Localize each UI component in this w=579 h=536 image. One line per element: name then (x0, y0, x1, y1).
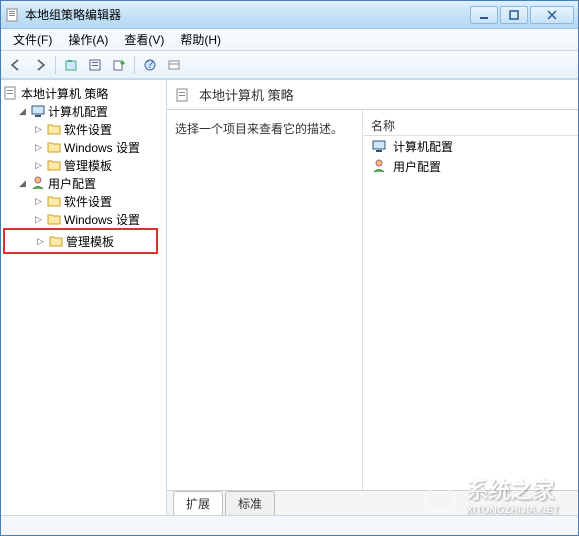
menu-file[interactable]: 文件(F) (5, 29, 60, 50)
window-title: 本地组策略编辑器 (25, 6, 470, 23)
menubar: 文件(F) 操作(A) 查看(V) 帮助(H) (1, 29, 578, 51)
tree-computer-config[interactable]: ◢ 计算机配置 (3, 102, 164, 120)
tree-label: Windows 设置 (64, 211, 140, 228)
back-button[interactable] (5, 54, 27, 76)
highlighted-box: ▷ 管理模板 (3, 228, 158, 254)
folder-icon (46, 157, 62, 173)
tree-label: 管理模板 (66, 233, 114, 250)
folder-icon (48, 233, 64, 249)
tab-extended[interactable]: 扩展 (173, 491, 223, 515)
expand-icon[interactable]: ▷ (33, 214, 44, 225)
folder-icon (46, 139, 62, 155)
computer-icon (371, 138, 387, 154)
filter-button[interactable] (163, 54, 185, 76)
details-header: 本地计算机 策略 (167, 80, 578, 110)
minimize-button[interactable] (470, 6, 498, 24)
computer-icon (30, 103, 46, 119)
name-column-header[interactable]: 名称 (363, 116, 578, 136)
list-item-label: 计算机配置 (393, 138, 453, 155)
user-icon (371, 158, 387, 174)
forward-button[interactable] (29, 54, 51, 76)
policy-icon (175, 87, 191, 103)
tree-cc-software[interactable]: ▷ 软件设置 (3, 120, 164, 138)
app-icon (5, 7, 21, 23)
user-icon (30, 175, 46, 191)
details-body: 选择一个项目来查看它的描述。 名称 计算机配置 用户配置 (167, 110, 578, 491)
properties-button[interactable] (84, 54, 106, 76)
tabs-row: 扩展 标准 (167, 491, 578, 515)
close-button[interactable] (530, 6, 574, 24)
tree-label: 管理模板 (64, 157, 112, 174)
menu-action[interactable]: 操作(A) (60, 29, 116, 50)
help-button[interactable]: ? (139, 54, 161, 76)
expand-icon[interactable]: ▷ (33, 124, 44, 135)
statusbar (1, 515, 578, 535)
toolbar-separator (55, 56, 56, 74)
tree-uc-admin[interactable]: ▷ 管理模板 (5, 232, 156, 250)
menu-help[interactable]: 帮助(H) (172, 29, 229, 50)
tree-uc-software[interactable]: ▷ 软件设置 (3, 192, 164, 210)
list-item-label: 用户配置 (393, 158, 441, 175)
expand-icon[interactable]: ▷ (33, 142, 44, 153)
tree-label: Windows 设置 (64, 139, 140, 156)
content-area: 本地计算机 策略 ◢ 计算机配置 ▷ 软件设置 ▷ Windows 设置 ▷ 管… (1, 79, 578, 515)
expand-icon[interactable]: ▷ (33, 160, 44, 171)
folder-icon (46, 211, 62, 227)
svg-text:?: ? (147, 58, 154, 71)
tree-root-label: 本地计算机 策略 (21, 85, 108, 102)
tab-standard[interactable]: 标准 (225, 491, 275, 515)
list-item[interactable]: 计算机配置 (363, 136, 578, 156)
tree-label: 软件设置 (64, 121, 112, 138)
tree-user-config[interactable]: ◢ 用户配置 (3, 174, 164, 192)
gpedit-window: 本地组策略编辑器 文件(F) 操作(A) 查看(V) 帮助(H) ? 本地计算机… (0, 0, 579, 536)
toolbar: ? (1, 51, 578, 79)
description-text: 选择一个项目来查看它的描述。 (175, 120, 354, 137)
details-panel: 本地计算机 策略 选择一个项目来查看它的描述。 名称 计算机配置 用户配置 (167, 80, 578, 515)
up-button[interactable] (60, 54, 82, 76)
collapse-icon[interactable]: ◢ (17, 106, 28, 117)
maximize-button[interactable] (500, 6, 528, 24)
folder-icon (46, 121, 62, 137)
tree-label: 计算机配置 (48, 103, 108, 120)
expand-icon[interactable]: ▷ (33, 196, 44, 207)
tree-cc-windows[interactable]: ▷ Windows 设置 (3, 138, 164, 156)
folder-icon (46, 193, 62, 209)
window-controls (470, 6, 574, 24)
details-title: 本地计算机 策略 (199, 85, 294, 104)
collapse-icon[interactable]: ◢ (17, 178, 28, 189)
tree-cc-admin[interactable]: ▷ 管理模板 (3, 156, 164, 174)
export-button[interactable] (108, 54, 130, 76)
toolbar-separator (134, 56, 135, 74)
tree-uc-windows[interactable]: ▷ Windows 设置 (3, 210, 164, 228)
menu-view[interactable]: 查看(V) (116, 29, 172, 50)
tree-panel[interactable]: 本地计算机 策略 ◢ 计算机配置 ▷ 软件设置 ▷ Windows 设置 ▷ 管… (1, 80, 167, 515)
tree-label: 软件设置 (64, 193, 112, 210)
expand-icon[interactable]: ▷ (35, 236, 46, 247)
tree-label: 用户配置 (48, 175, 96, 192)
policy-icon (3, 85, 19, 101)
description-column: 选择一个项目来查看它的描述。 (167, 110, 363, 490)
tree-root[interactable]: 本地计算机 策略 (3, 84, 164, 102)
list-item[interactable]: 用户配置 (363, 156, 578, 176)
name-column: 名称 计算机配置 用户配置 (363, 110, 578, 490)
titlebar: 本地组策略编辑器 (1, 1, 578, 29)
